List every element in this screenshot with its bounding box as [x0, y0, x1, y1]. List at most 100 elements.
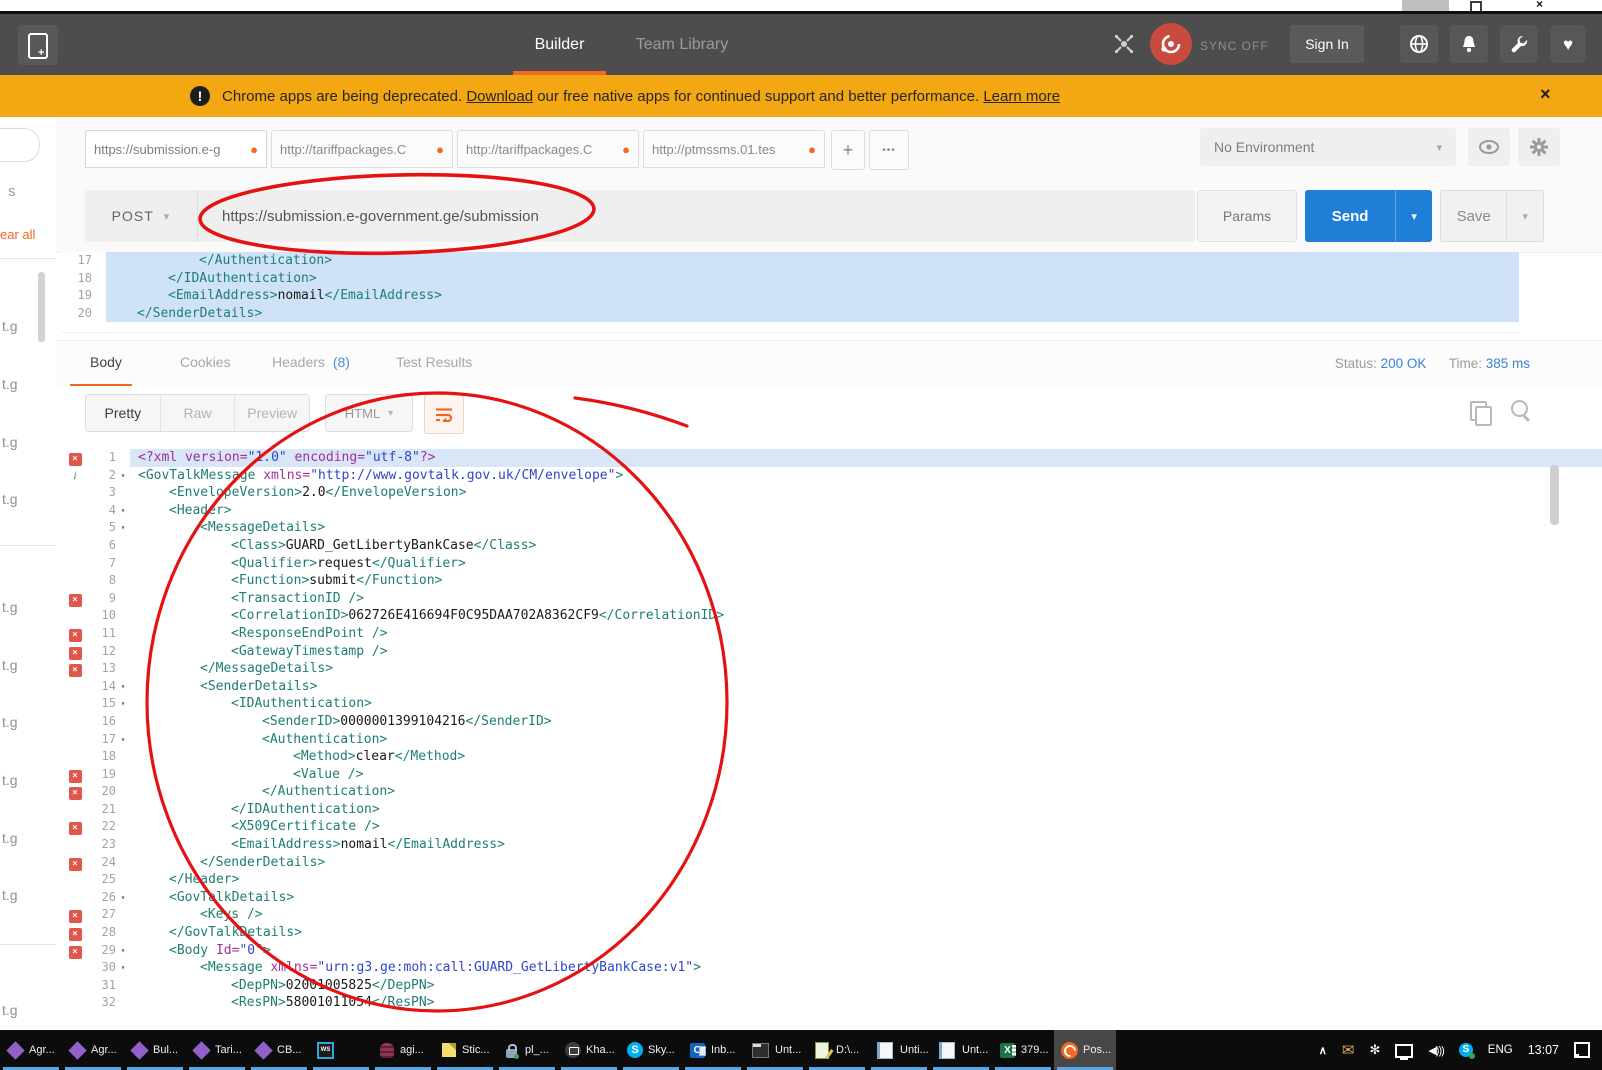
sidebar-search-input[interactable] — [0, 128, 40, 162]
history-item[interactable]: t.g — [2, 887, 54, 903]
tray-network-icon[interactable] — [1395, 1044, 1413, 1058]
fold-arrow-icon[interactable]: ▾ — [116, 502, 130, 520]
environment-select[interactable]: No Environment ▾ — [1200, 128, 1456, 166]
request-tab[interactable]: http://tariffpackages.C● — [457, 130, 639, 168]
tray-mail-icon[interactable]: ✉ — [1342, 1041, 1355, 1059]
taskbar-item[interactable]: OInb... — [682, 1030, 744, 1070]
fold-arrow-icon[interactable]: ▾ — [116, 731, 130, 749]
view-mode-preview[interactable]: Preview — [235, 395, 309, 431]
notifications-button[interactable] — [1450, 25, 1488, 63]
history-item[interactable]: t.g — [2, 599, 54, 615]
tab-body[interactable]: Body — [90, 354, 122, 370]
more-tabs-button[interactable]: ••• — [869, 130, 909, 170]
request-tab[interactable]: http://ptmssms.01.tes● — [643, 130, 825, 168]
history-item[interactable]: t.g — [2, 772, 54, 788]
taskbar-item[interactable]: X379... — [992, 1030, 1054, 1070]
response-scrollbar[interactable] — [1550, 465, 1559, 525]
send-label[interactable]: Send — [1305, 190, 1395, 242]
settings-gear-button[interactable] — [1518, 128, 1560, 166]
taskbar-item[interactable]: D:\... — [806, 1030, 868, 1070]
taskbar-item[interactable]: Agr... — [0, 1030, 62, 1070]
banner-close-icon[interactable]: × — [1540, 84, 1551, 105]
new-tab-button[interactable]: + — [18, 25, 58, 65]
save-button[interactable]: Save ▾ — [1440, 190, 1544, 242]
fold-arrow-icon[interactable]: ▾ — [116, 519, 130, 537]
save-label[interactable]: Save — [1441, 191, 1506, 241]
window-close-button[interactable]: × — [1536, 0, 1543, 11]
globe-button[interactable] — [1400, 25, 1438, 63]
url-input[interactable]: https://submission.e-government.ge/submi… — [198, 208, 539, 225]
tray-skype-icon[interactable]: S — [1459, 1043, 1473, 1057]
fold-arrow-icon[interactable]: ▾ — [116, 678, 130, 696]
request-tab[interactable]: https://submission.e-g● — [85, 130, 267, 168]
taskbar-item[interactable]: WS — [310, 1030, 372, 1070]
minimize-button[interactable] — [1402, 0, 1449, 11]
tray-volume-icon[interactable]: ◀))) — [1428, 1044, 1443, 1057]
taskbar-item[interactable]: SSky... — [620, 1030, 682, 1070]
taskbar-item[interactable]: Agr... — [62, 1030, 124, 1070]
environment-quicklook-button[interactable] — [1468, 128, 1510, 166]
response-body-code[interactable]: ×1<?xml version="1.0" encoding="utf-8"?>… — [56, 445, 1602, 1030]
taskbar-item-label: Kha... — [586, 1044, 615, 1056]
tray-action-center-icon[interactable] — [1574, 1042, 1590, 1058]
learn-more-link[interactable]: Learn more — [983, 88, 1060, 105]
taskbar-item[interactable]: Tari... — [186, 1030, 248, 1070]
tray-clock[interactable]: 13:07 — [1528, 1043, 1559, 1057]
taskbar-item[interactable]: Unt... — [744, 1030, 806, 1070]
tray-chevron-up-icon[interactable]: ∧ — [1319, 1044, 1327, 1057]
fold-arrow-icon[interactable]: ▾ — [116, 889, 130, 907]
history-item[interactable]: t.g — [2, 714, 54, 730]
copy-response-button[interactable] — [1470, 401, 1487, 421]
fold-arrow-icon[interactable]: ▾ — [116, 959, 130, 977]
language-select[interactable]: HTML ▾ — [325, 394, 413, 432]
tray-language-indicator[interactable]: ENG — [1488, 1044, 1513, 1056]
taskbar-item[interactable]: Bul... — [124, 1030, 186, 1070]
taskbar-item[interactable]: Unt... — [930, 1030, 992, 1070]
history-item[interactable]: t.g — [2, 434, 54, 450]
sync-icon[interactable] — [1150, 23, 1192, 65]
save-options-chevron-icon[interactable]: ▾ — [1506, 191, 1543, 241]
sign-in-button[interactable]: Sign In — [1290, 25, 1364, 63]
tab-team-library[interactable]: Team Library — [622, 36, 742, 54]
tab-headers[interactable]: Headers (8) — [272, 354, 350, 370]
request-body-editor[interactable]: 17</Authentication>18</IDAuthentication>… — [62, 252, 1519, 333]
history-item[interactable]: t.g — [2, 491, 54, 507]
tray-slack-icon[interactable]: ✻ — [1369, 1042, 1380, 1058]
history-item[interactable]: t.g — [2, 830, 54, 846]
taskbar-item[interactable]: CB... — [248, 1030, 310, 1070]
view-mode-raw[interactable]: Raw — [161, 395, 236, 431]
line-number: 3 — [86, 484, 116, 502]
fold-arrow-icon[interactable]: ▾ — [116, 942, 130, 960]
send-button[interactable]: Send ▾ — [1305, 190, 1432, 242]
method-select[interactable]: POST ▾ — [85, 190, 198, 242]
settings-wrench-button[interactable] — [1500, 25, 1538, 63]
send-options-chevron-icon[interactable]: ▾ — [1395, 190, 1432, 242]
history-item[interactable]: t.g — [2, 376, 54, 392]
history-item[interactable]: t.g — [2, 318, 54, 334]
favorites-button[interactable]: ♥ — [1550, 25, 1586, 63]
taskbar-item[interactable]: Pos... — [1054, 1030, 1116, 1070]
params-button[interactable]: Params — [1197, 190, 1297, 242]
view-mode-pretty[interactable]: Pretty — [86, 395, 161, 431]
status-value: 200 OK — [1381, 356, 1427, 371]
history-item[interactable]: t.g — [2, 657, 54, 673]
tab-test-results[interactable]: Test Results — [396, 354, 472, 370]
taskbar-item[interactable]: Kha... — [558, 1030, 620, 1070]
code-line: 7<Qualifier>request</Qualifier> — [56, 555, 1602, 573]
taskbar-item[interactable]: Stic... — [434, 1030, 496, 1070]
add-request-tab-button[interactable]: + — [831, 130, 865, 170]
taskbar-item[interactable]: pl_... — [496, 1030, 558, 1070]
clear-all-link[interactable]: ear all — [0, 227, 35, 242]
download-link[interactable]: Download — [466, 88, 533, 105]
request-tab[interactable]: http://tariffpackages.C● — [271, 130, 453, 168]
wrap-text-button[interactable] — [424, 394, 464, 434]
interceptor-icon[interactable] — [1103, 25, 1145, 63]
tab-cookies[interactable]: Cookies — [180, 354, 231, 370]
history-item[interactable]: t.g — [2, 1002, 54, 1018]
search-response-button[interactable] — [1511, 400, 1528, 417]
fold-arrow-icon[interactable]: ▾ — [116, 467, 130, 485]
taskbar-item[interactable]: agi... — [372, 1030, 434, 1070]
fold-arrow-icon[interactable]: ▾ — [116, 695, 130, 713]
taskbar-item[interactable]: Unti... — [868, 1030, 930, 1070]
tab-builder[interactable]: Builder — [512, 36, 607, 54]
